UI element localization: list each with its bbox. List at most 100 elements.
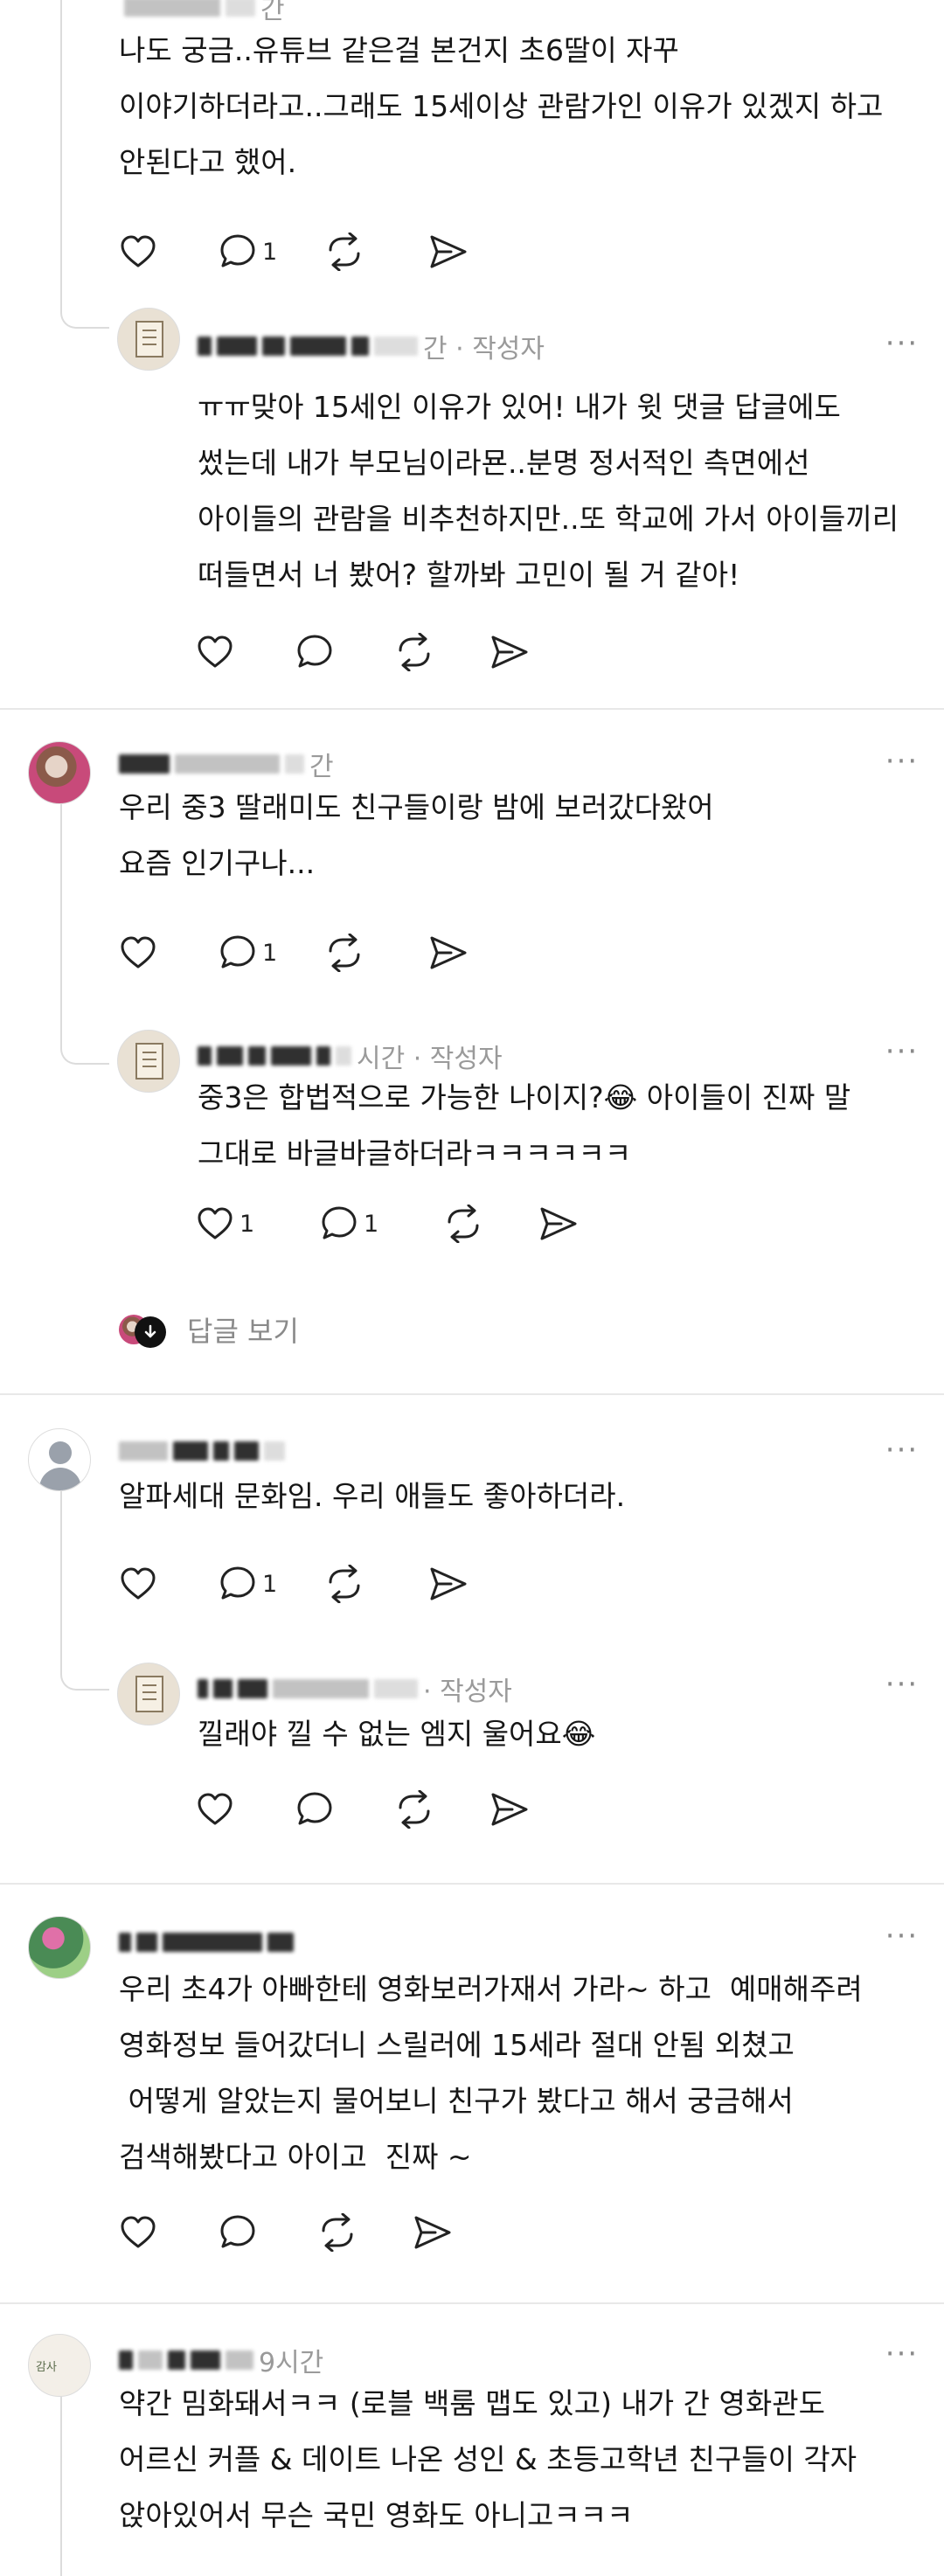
send-icon: [491, 635, 528, 669]
like-button[interactable]: [119, 2208, 219, 2257]
avatar[interactable]: [117, 1663, 180, 1725]
comment-text: 우리 초4가 아빠한테 영화보러가재서 가라~ 하고 예매해주려 영화정보 들어…: [119, 1972, 863, 2174]
comment-actions: 1: [119, 227, 498, 276]
share-button[interactable]: [428, 1559, 498, 1608]
repost-icon: [399, 1790, 430, 1829]
more-icon[interactable]: ···: [879, 746, 925, 783]
more-icon[interactable]: ···: [879, 1921, 925, 1958]
comment-text: 약간 밈화돼서ㅋㅋ (로블 백룸 맵도 있고) 내가 간 영화관도 어르신 커플…: [119, 2386, 857, 2532]
repost-button[interactable]: [442, 1199, 538, 1248]
chat-bubble-icon: [322, 1206, 357, 1239]
more-icon[interactable]: ···: [879, 2339, 925, 2376]
repost-icon: [448, 1205, 479, 1243]
thread-elbow: [60, 1659, 109, 1691]
chat-bubble-icon: [220, 2215, 255, 2248]
reply-button[interactable]: [295, 628, 393, 677]
comment-text: 중3은 합법적으로 가능한 나이지?😂 아이들이 진짜 말 그대로 바글바글하더…: [198, 1080, 851, 1170]
chevron-down-icon: [135, 1316, 166, 1348]
thread-elbow: [60, 1033, 109, 1065]
avatar[interactable]: [28, 1916, 91, 1979]
reply-button[interactable]: 1: [320, 1199, 442, 1248]
comment-time: 간: [309, 752, 334, 782]
send-icon: [430, 235, 467, 268]
reply-button[interactable]: 1: [219, 227, 323, 276]
reply-count: 1: [262, 1570, 278, 1598]
comment-author[interactable]: 간: [119, 746, 334, 782]
comment-author[interactable]: · 작성자: [198, 1671, 512, 1707]
like-button[interactable]: [119, 1559, 206, 1608]
repost-button[interactable]: [323, 928, 421, 977]
comment-text: 우리 중3 딸래미도 친구들이랑 밤에 보러갔다왔어 요즘 인기구나...: [119, 790, 714, 880]
share-button[interactable]: [428, 928, 498, 977]
share-button[interactable]: [489, 628, 559, 677]
more-icon[interactable]: ···: [879, 1037, 925, 1073]
view-replies-button[interactable]: 답글 보기: [119, 1309, 299, 1350]
comment-time: · 작성자: [423, 1677, 512, 1707]
comment-thread: ··· 알파세대 문화임. 우리 애들도 좋아하더라. 1 · 작성자 ··· …: [0, 1395, 944, 1885]
comment-author[interactable]: 시간 · 작성자: [198, 1038, 503, 1074]
comment-author[interactable]: 간: [124, 0, 285, 25]
avatar[interactable]: 감사: [28, 2334, 91, 2397]
comment-author[interactable]: 간 · 작성자: [198, 329, 545, 365]
avatar[interactable]: [28, 741, 91, 804]
comment-thread: ··· 우리 초4가 아빠한테 영화보러가재서 가라~ 하고 예매해주려 영화정…: [0, 1885, 944, 2304]
like-button[interactable]: 1: [196, 1199, 320, 1248]
comment-author[interactable]: [119, 1434, 285, 1469]
reply-button[interactable]: [295, 1785, 393, 1834]
like-button[interactable]: [196, 628, 295, 677]
comment-actions: [119, 2208, 482, 2257]
repost-button[interactable]: [316, 2208, 413, 2257]
avatar[interactable]: [117, 308, 180, 371]
comment-actions: 1 1: [196, 1199, 608, 1248]
repost-button[interactable]: [393, 628, 489, 677]
comment-author[interactable]: [119, 1925, 294, 1960]
send-icon: [430, 936, 467, 969]
like-button[interactable]: [119, 928, 206, 977]
comment-actions: 1: [119, 1559, 498, 1608]
share-button[interactable]: [538, 1199, 608, 1248]
chat-bubble-icon: [297, 1792, 332, 1825]
comments-page: 간 나도 궁금..유튜브 같은걸 본건지 초6딸이 자꾸 이야기하더라고..그래…: [0, 0, 944, 2576]
repost-icon: [329, 1565, 360, 1603]
avatar[interactable]: [28, 1428, 91, 1491]
thread-elbow: [60, 297, 109, 329]
reply-button[interactable]: 1: [219, 1559, 323, 1608]
comment-text: 나도 궁금..유튜브 같은걸 본건지 초6딸이 자꾸 이야기하더라고..그래도 …: [119, 33, 884, 179]
comment-time: 간 · 작성자: [423, 334, 545, 365]
repost-icon: [329, 233, 360, 271]
more-icon[interactable]: ···: [879, 1670, 925, 1706]
heart-icon: [121, 1567, 156, 1600]
send-icon: [540, 1207, 577, 1240]
comment-text: ㅠㅠ맞아 15세인 이유가 있어! 내가 윗 댓글 답글에도 썼는데 내가 부모…: [198, 390, 899, 592]
chat-bubble-icon: [220, 1566, 255, 1600]
avatar[interactable]: [117, 1030, 180, 1093]
reply-count: 1: [262, 939, 278, 967]
share-button[interactable]: [489, 1785, 559, 1834]
repost-button[interactable]: [323, 1559, 421, 1608]
chat-bubble-icon: [220, 935, 255, 969]
more-icon[interactable]: ···: [879, 329, 925, 365]
thread-connector: [60, 794, 62, 1033]
comment-author[interactable]: 9시간: [119, 2343, 323, 2378]
more-icon[interactable]: ···: [879, 1435, 925, 1472]
comment-actions: [196, 628, 559, 677]
comment-text: 알파세대 문화임. 우리 애들도 좋아하더라.: [119, 1479, 626, 1513]
heart-icon: [121, 235, 156, 267]
comment-thread: 감사 9시간 ··· 약간 밈화돼서ㅋㅋ (로블 백룸 맵도 있고) 내가 간 …: [0, 2304, 944, 2576]
send-icon: [414, 2216, 451, 2249]
view-replies-label: 답글 보기: [187, 1315, 299, 1348]
share-button[interactable]: [428, 227, 498, 276]
reply-button[interactable]: 1: [219, 928, 323, 977]
repost-button[interactable]: [323, 227, 421, 276]
like-button[interactable]: [119, 227, 206, 276]
thread-connector: [60, 1479, 62, 1659]
comment-time: 9시간: [259, 2348, 324, 2378]
reply-button[interactable]: [219, 2208, 316, 2257]
share-button[interactable]: [413, 2208, 482, 2257]
heart-icon: [121, 2216, 156, 2248]
like-button[interactable]: [196, 1785, 295, 1834]
heart-icon: [198, 635, 233, 668]
repost-button[interactable]: [393, 1785, 489, 1834]
comment-thread: 간 ··· 우리 중3 딸래미도 친구들이랑 밤에 보러갔다왔어 요즘 인기구나…: [0, 710, 944, 1395]
heart-icon: [198, 1207, 233, 1239]
